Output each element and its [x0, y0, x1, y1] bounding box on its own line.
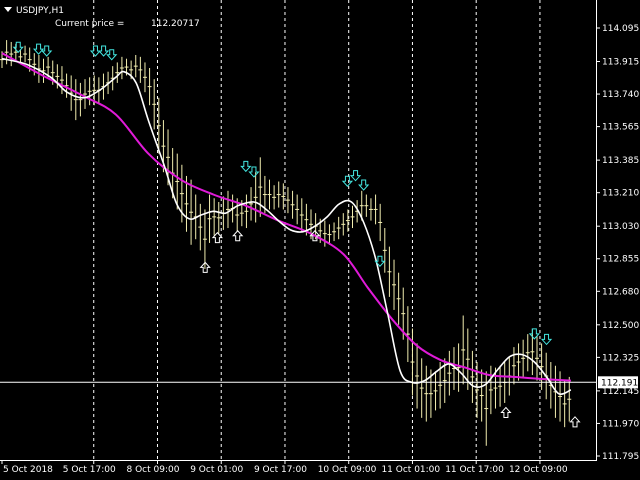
x-tick-label: 9 Oct 01:00 — [190, 465, 243, 475]
indicator-label: Current price = — [55, 19, 124, 29]
y-tick-label: 114.095 — [602, 24, 639, 34]
y-tick-label: 112.145 — [602, 387, 639, 397]
y-tick-label: 113.740 — [602, 90, 639, 100]
price-tag-value: 112.191 — [601, 378, 638, 388]
indicator-value: 112.20717 — [151, 19, 200, 29]
y-tick-label: 112.855 — [602, 255, 639, 265]
x-tick-label: 10 Oct 09:00 — [318, 465, 377, 475]
x-tick-label: 5 Oct 2018 — [3, 465, 53, 475]
x-tick-label: 9 Oct 17:00 — [254, 465, 307, 475]
price-chart: 114.095 113.915 113.740 113.565 113.385 113.2… — [0, 0, 640, 480]
current-price-tag: 112.191 — [598, 376, 638, 389]
x-tick-label: 11 Oct 17:00 — [445, 465, 504, 475]
y-tick-label: 113.210 — [602, 189, 639, 199]
y-tick-label: 111.795 — [602, 452, 639, 462]
y-tick-label: 113.385 — [602, 156, 639, 166]
x-tick-label: 11 Oct 01:00 — [381, 465, 440, 475]
x-tick-label: 8 Oct 09:00 — [126, 465, 179, 475]
x-tick-label: 12 Oct 09:00 — [509, 465, 568, 475]
y-tick-label: 113.915 — [602, 57, 639, 67]
y-tick-label: 113.030 — [602, 222, 639, 232]
y-tick-label: 112.325 — [602, 353, 639, 363]
y-tick-label: 113.565 — [602, 123, 639, 133]
y-tick-label: 111.970 — [602, 419, 639, 429]
y-tick-label: 112.680 — [602, 287, 639, 297]
x-tick-label: 5 Oct 17:00 — [63, 465, 116, 475]
symbol-label: USDJPY,H1 — [16, 6, 64, 16]
y-tick-label: 112.500 — [602, 321, 639, 331]
